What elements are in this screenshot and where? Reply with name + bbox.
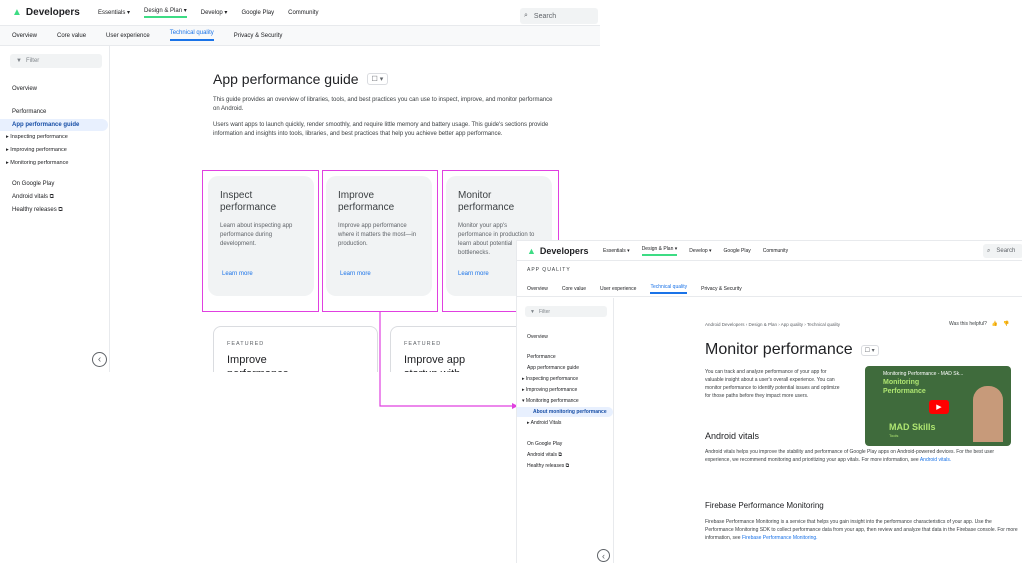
sidebar-item-monitoring[interactable]: ▾ Monitoring performance	[522, 398, 579, 404]
sidebar-item-healthy-releases[interactable]: Healthy releases ⧉	[527, 463, 569, 469]
sidebar-item-android-vitals-sub[interactable]: ▸ Android Vitals	[527, 420, 561, 426]
thumbs-up-icon[interactable]: 👍	[992, 321, 998, 327]
right-search-box[interactable]: ⌕ Search	[983, 244, 1022, 258]
logo-text: Developers	[539, 245, 589, 256]
right-sub-nav: Overview Core value User experience Tech…	[517, 281, 1022, 297]
right-screenshot: ▲ Developers Essentials ▾ Design & Plan …	[516, 240, 1022, 563]
right-main-nav: Essentials ▾ Design & Plan ▾ Develop ▾ G…	[603, 246, 788, 256]
right-logo[interactable]: ▲ Developers	[527, 246, 597, 256]
right-page-title-row: Monitor performance ☐ ▾	[705, 341, 879, 359]
android-vitals-link[interactable]: Android vitals.	[920, 457, 951, 463]
right-collapse-sidebar-button[interactable]: ‹	[597, 549, 610, 562]
nav-design-plan[interactable]: Design & Plan ▾	[641, 246, 678, 256]
bookmark-button[interactable]: ☐ ▾	[860, 344, 879, 356]
firebase-paragraph: Firebase Performance Monitoring is a ser…	[705, 518, 1021, 542]
sidebar-item-inspecting[interactable]: ▸ Inspecting performance	[522, 376, 578, 382]
firebase-heading: Firebase Performance Monitoring	[705, 501, 824, 510]
tab-privacy-security[interactable]: Privacy & Security	[701, 286, 742, 292]
tab-overview[interactable]: Overview	[527, 286, 548, 292]
sidebar-item-overview[interactable]: Overview	[527, 334, 548, 340]
play-button-icon[interactable]: ▶	[929, 400, 949, 414]
right-top-bar: ▲ Developers Essentials ▾ Design & Plan …	[517, 241, 1022, 261]
search-placeholder: Search	[996, 248, 1016, 254]
sidebar-heading-performance: Performance	[527, 354, 556, 360]
thumbs-down-icon[interactable]: 👎	[1003, 321, 1009, 327]
intro-paragraph: You can track and analyze performance of…	[705, 369, 840, 399]
tab-technical-quality[interactable]: Technical quality	[650, 284, 688, 294]
video-label: Monitoring Performance	[883, 379, 926, 395]
tab-core-value[interactable]: Core value	[562, 286, 586, 292]
right-filter-input[interactable]: ▼ Filter	[525, 306, 607, 317]
android-vitals-heading: Android vitals	[705, 431, 760, 441]
helpful-label: Was this helpful?	[949, 321, 987, 327]
filter-icon: ▼	[530, 308, 535, 315]
feedback-row: Was this helpful? 👍 👎	[949, 321, 1009, 327]
search-icon: ⌕	[987, 247, 991, 254]
right-sidebar: ▼ Filter Overview Performance App perfor…	[517, 298, 614, 563]
nav-community[interactable]: Community	[763, 248, 788, 254]
section-label: APP QUALITY	[527, 267, 571, 273]
sidebar-item-android-vitals[interactable]: Android vitals ⧉	[527, 452, 562, 458]
android-logo-icon: ▲	[527, 245, 536, 256]
nav-develop[interactable]: Develop ▾	[689, 248, 711, 254]
video-title: Monitoring Performance - MAD Sk...	[883, 371, 964, 377]
tab-user-experience[interactable]: User experience	[600, 286, 636, 292]
sidebar-item-improving[interactable]: ▸ Improving performance	[522, 387, 577, 393]
sidebar-item-about-monitoring[interactable]: About monitoring performance	[517, 407, 613, 417]
video-thumbnail[interactable]: Monitoring Performance - MAD Sk... Monit…	[865, 366, 1011, 446]
video-brand-sub: Tools	[889, 433, 899, 438]
filter-placeholder: Filter	[538, 308, 551, 315]
breadcrumb[interactable]: Android Developers › Design & Plan › App…	[705, 322, 840, 327]
nav-essentials[interactable]: Essentials ▾	[603, 248, 630, 254]
nav-google-play[interactable]: Google Play	[724, 248, 751, 254]
presenter-avatar	[973, 386, 1003, 442]
sidebar-heading-google-play: On Google Play	[527, 441, 563, 447]
android-vitals-paragraph: Android vitals helps you improve the sta…	[705, 448, 1015, 464]
page-title: Monitor performance	[705, 341, 853, 358]
sidebar-item-app-performance-guide[interactable]: App performance guide	[527, 365, 579, 371]
firebase-link[interactable]: Firebase Performance Monitoring.	[742, 535, 818, 541]
video-brand: MAD Skills	[889, 422, 936, 432]
chevron-left-icon: ‹	[602, 550, 605, 561]
